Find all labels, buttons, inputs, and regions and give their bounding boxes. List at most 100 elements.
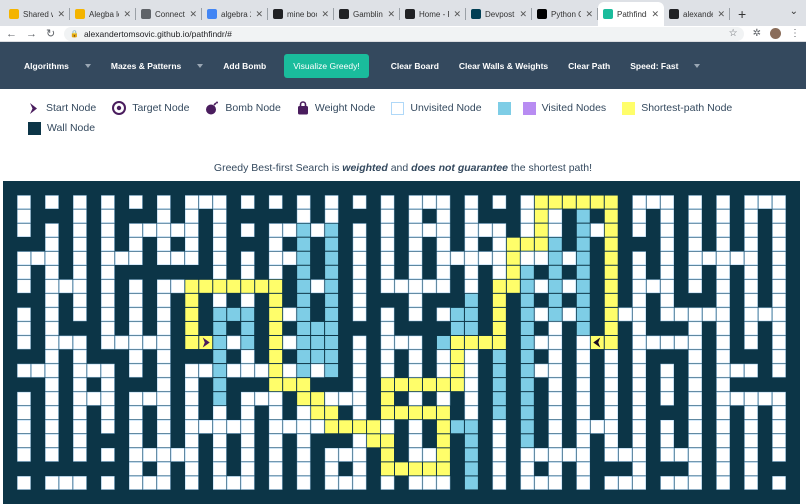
bookmark-star-icon[interactable]: ☆ — [729, 28, 738, 39]
grid-node-unvisited[interactable] — [157, 349, 171, 364]
grid-node-unvisited[interactable] — [129, 237, 143, 251]
grid-node-unvisited[interactable] — [296, 419, 311, 434]
tab-close-icon[interactable]: ✕ — [123, 9, 131, 20]
grid-node-path[interactable] — [548, 195, 562, 209]
grid-node-unvisited[interactable] — [185, 223, 199, 237]
grid-node-unvisited[interactable] — [268, 476, 283, 490]
grid-node-unvisited[interactable] — [352, 349, 367, 364]
grid-node-unvisited[interactable] — [212, 265, 227, 280]
grid-node-unvisited[interactable] — [394, 279, 409, 294]
grid-node-unvisited[interactable] — [296, 405, 311, 420]
grid-node-unvisited[interactable] — [101, 377, 115, 392]
grid-node-unvisited[interactable] — [660, 391, 674, 406]
grid-node-unvisited[interactable] — [730, 251, 744, 266]
grid-node-path[interactable] — [492, 321, 506, 335]
grid-node-unvisited[interactable] — [618, 448, 632, 462]
grid-node-visited[interactable] — [297, 350, 311, 364]
grid-node-unvisited[interactable] — [73, 251, 87, 266]
grid-node-unvisited[interactable] — [520, 209, 535, 223]
grid-node-unvisited[interactable] — [716, 462, 730, 476]
grid-node-unvisited[interactable] — [548, 349, 563, 364]
grid-node-unvisited[interactable] — [576, 405, 591, 420]
grid-node-visited[interactable] — [520, 335, 534, 350]
grid-node-path[interactable] — [492, 307, 506, 321]
grid-node-unvisited[interactable] — [282, 363, 297, 378]
grid-node-unvisited[interactable] — [604, 476, 618, 490]
grid-node-path[interactable] — [436, 448, 450, 462]
grid-node-unvisited[interactable] — [338, 391, 353, 406]
grid-node-unvisited[interactable] — [157, 195, 171, 209]
grid-node-unvisited[interactable] — [129, 321, 143, 336]
grid-node-unvisited[interactable] — [492, 195, 507, 209]
grid-node-unvisited[interactable] — [716, 195, 730, 209]
grid-node-unvisited[interactable] — [618, 307, 632, 322]
grid-node-path[interactable] — [269, 321, 283, 335]
grid-node-visited[interactable] — [464, 307, 478, 321]
grid-node-unvisited[interactable] — [744, 223, 758, 237]
grid-node-path[interactable] — [297, 392, 311, 406]
grid-node-unvisited[interactable] — [716, 391, 730, 406]
grid-node-path[interactable] — [604, 237, 618, 251]
grid-node-unvisited[interactable] — [268, 405, 283, 420]
grid-node-unvisited[interactable] — [408, 293, 423, 308]
grid-node-visited[interactable] — [297, 279, 311, 293]
grid-node-unvisited[interactable] — [772, 265, 786, 280]
grid-node-unvisited[interactable] — [101, 335, 115, 350]
grid-node-unvisited[interactable] — [702, 251, 716, 266]
grid-node-unvisited[interactable] — [101, 363, 115, 378]
extensions-icon[interactable]: ✲ — [753, 28, 761, 39]
grid-node-unvisited[interactable] — [492, 476, 507, 490]
grid-node-unvisited[interactable] — [17, 391, 31, 406]
grid-node-unvisited[interactable] — [688, 335, 702, 350]
grid-node-unvisited[interactable] — [758, 391, 772, 406]
grid-node-unvisited[interactable] — [548, 321, 563, 336]
grid-node-unvisited[interactable] — [408, 279, 423, 294]
grid-node-path[interactable] — [227, 279, 241, 293]
grid-node-visited[interactable] — [520, 434, 534, 448]
grid-node-unvisited[interactable] — [632, 223, 646, 237]
grid-node-unvisited[interactable] — [660, 223, 674, 237]
grid-node-unvisited[interactable] — [744, 462, 758, 476]
grid-node-unvisited[interactable] — [632, 251, 646, 266]
grid-node-unvisited[interactable] — [380, 335, 395, 350]
grid-node-visited[interactable] — [241, 335, 255, 350]
grid-node-visited[interactable] — [464, 434, 478, 448]
grid-node-unvisited[interactable] — [17, 434, 31, 448]
grid-node-path[interactable] — [269, 350, 283, 364]
grid-node-unvisited[interactable] — [296, 195, 311, 209]
grid-node-unvisited[interactable] — [492, 448, 507, 462]
grid-node-unvisited[interactable] — [282, 419, 297, 434]
grid-node-unvisited[interactable] — [73, 448, 87, 462]
grid-node-unvisited[interactable] — [129, 363, 143, 378]
grid-node-unvisited[interactable] — [716, 476, 730, 490]
grid-node-unvisited[interactable] — [408, 434, 423, 448]
tab-close-icon[interactable]: ✕ — [651, 9, 659, 20]
grid-node-unvisited[interactable] — [17, 307, 31, 322]
grid-node-unvisited[interactable] — [688, 321, 702, 336]
grid-node-unvisited[interactable] — [380, 195, 395, 209]
grid-node-unvisited[interactable] — [604, 363, 618, 378]
grid-node-visited[interactable] — [492, 392, 506, 406]
grid-node-unvisited[interactable] — [101, 419, 115, 434]
grid-node-unvisited[interactable] — [408, 363, 423, 378]
grid-node-unvisited[interactable] — [101, 448, 115, 462]
grid-node-unvisited[interactable] — [212, 195, 227, 209]
grid-node-unvisited[interactable] — [45, 223, 59, 237]
grid-node-unvisited[interactable] — [157, 307, 171, 322]
grid-node-unvisited[interactable] — [464, 377, 479, 392]
grid-node-unvisited[interactable] — [352, 293, 367, 308]
grid-node-unvisited[interactable] — [492, 265, 507, 280]
grid-node-unvisited[interactable] — [394, 335, 409, 350]
grid-node-unvisited[interactable] — [548, 419, 563, 434]
grid-node-unvisited[interactable] — [772, 279, 786, 294]
grid-node-unvisited[interactable] — [101, 307, 115, 322]
grid-node-unvisited[interactable] — [772, 223, 786, 237]
grid-node-unvisited[interactable] — [129, 476, 143, 490]
grid-node-visited[interactable] — [548, 265, 562, 279]
grid-node-unvisited[interactable] — [73, 391, 87, 406]
grid-node-unvisited[interactable] — [352, 335, 367, 350]
grid-node-unvisited[interactable] — [352, 223, 367, 237]
grid-node-unvisited[interactable] — [73, 209, 87, 223]
grid-node-unvisited[interactable] — [129, 434, 143, 448]
grid-node-visited[interactable] — [450, 321, 464, 335]
